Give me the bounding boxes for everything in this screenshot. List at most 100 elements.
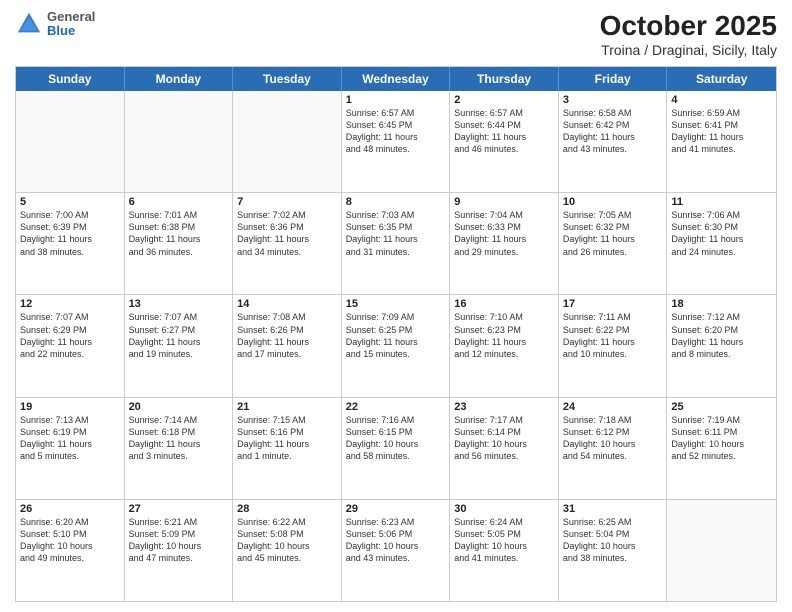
day-number: 25: [671, 401, 772, 413]
title-block: October 2025 Troina / Draginai, Sicily, …: [600, 10, 777, 58]
day-number: 30: [454, 503, 554, 515]
calendar-subtitle: Troina / Draginai, Sicily, Italy: [600, 42, 777, 58]
cell-sun-info: Sunrise: 7:04 AM Sunset: 6:33 PM Dayligh…: [454, 209, 554, 258]
day-number: 13: [129, 298, 229, 310]
table-row: [233, 91, 342, 192]
calendar: SundayMondayTuesdayWednesdayThursdayFrid…: [15, 66, 777, 602]
cell-sun-info: Sunrise: 7:08 AM Sunset: 6:26 PM Dayligh…: [237, 311, 337, 360]
day-number: 4: [671, 94, 772, 106]
cell-sun-info: Sunrise: 7:19 AM Sunset: 6:11 PM Dayligh…: [671, 414, 772, 463]
logo-blue-text: Blue: [47, 24, 95, 38]
cell-sun-info: Sunrise: 7:10 AM Sunset: 6:23 PM Dayligh…: [454, 311, 554, 360]
day-number: 26: [20, 503, 120, 515]
day-number: 29: [346, 503, 446, 515]
logo-text: General Blue: [47, 10, 95, 39]
cell-sun-info: Sunrise: 6:20 AM Sunset: 5:10 PM Dayligh…: [20, 516, 120, 565]
table-row: 15Sunrise: 7:09 AM Sunset: 6:25 PM Dayli…: [342, 295, 451, 396]
calendar-week-1: 1Sunrise: 6:57 AM Sunset: 6:45 PM Daylig…: [16, 91, 776, 193]
table-row: 8Sunrise: 7:03 AM Sunset: 6:35 PM Daylig…: [342, 193, 451, 294]
cell-sun-info: Sunrise: 6:24 AM Sunset: 5:05 PM Dayligh…: [454, 516, 554, 565]
day-number: 31: [563, 503, 663, 515]
cell-sun-info: Sunrise: 6:57 AM Sunset: 6:44 PM Dayligh…: [454, 107, 554, 156]
day-number: 17: [563, 298, 663, 310]
header-day-sunday: Sunday: [16, 67, 125, 91]
header: General Blue October 2025 Troina / Dragi…: [15, 10, 777, 58]
day-number: 3: [563, 94, 663, 106]
cell-sun-info: Sunrise: 7:14 AM Sunset: 6:18 PM Dayligh…: [129, 414, 229, 463]
day-number: 2: [454, 94, 554, 106]
cell-sun-info: Sunrise: 7:01 AM Sunset: 6:38 PM Dayligh…: [129, 209, 229, 258]
cell-sun-info: Sunrise: 7:16 AM Sunset: 6:15 PM Dayligh…: [346, 414, 446, 463]
table-row: 11Sunrise: 7:06 AM Sunset: 6:30 PM Dayli…: [667, 193, 776, 294]
table-row: 18Sunrise: 7:12 AM Sunset: 6:20 PM Dayli…: [667, 295, 776, 396]
table-row: 7Sunrise: 7:02 AM Sunset: 6:36 PM Daylig…: [233, 193, 342, 294]
table-row: 14Sunrise: 7:08 AM Sunset: 6:26 PM Dayli…: [233, 295, 342, 396]
day-number: 11: [671, 196, 772, 208]
cell-sun-info: Sunrise: 7:18 AM Sunset: 6:12 PM Dayligh…: [563, 414, 663, 463]
table-row: [16, 91, 125, 192]
table-row: 31Sunrise: 6:25 AM Sunset: 5:04 PM Dayli…: [559, 500, 668, 601]
table-row: 12Sunrise: 7:07 AM Sunset: 6:29 PM Dayli…: [16, 295, 125, 396]
day-number: 19: [20, 401, 120, 413]
cell-sun-info: Sunrise: 7:15 AM Sunset: 6:16 PM Dayligh…: [237, 414, 337, 463]
table-row: 19Sunrise: 7:13 AM Sunset: 6:19 PM Dayli…: [16, 398, 125, 499]
cell-sun-info: Sunrise: 6:25 AM Sunset: 5:04 PM Dayligh…: [563, 516, 663, 565]
day-number: 6: [129, 196, 229, 208]
day-number: 21: [237, 401, 337, 413]
day-number: 18: [671, 298, 772, 310]
table-row: 20Sunrise: 7:14 AM Sunset: 6:18 PM Dayli…: [125, 398, 234, 499]
cell-sun-info: Sunrise: 7:13 AM Sunset: 6:19 PM Dayligh…: [20, 414, 120, 463]
logo-general-text: General: [47, 10, 95, 24]
cell-sun-info: Sunrise: 7:17 AM Sunset: 6:14 PM Dayligh…: [454, 414, 554, 463]
day-number: 10: [563, 196, 663, 208]
cell-sun-info: Sunrise: 7:06 AM Sunset: 6:30 PM Dayligh…: [671, 209, 772, 258]
cell-sun-info: Sunrise: 6:23 AM Sunset: 5:06 PM Dayligh…: [346, 516, 446, 565]
cell-sun-info: Sunrise: 6:21 AM Sunset: 5:09 PM Dayligh…: [129, 516, 229, 565]
calendar-title: October 2025: [600, 10, 777, 42]
header-day-friday: Friday: [559, 67, 668, 91]
day-number: 16: [454, 298, 554, 310]
cell-sun-info: Sunrise: 7:00 AM Sunset: 6:39 PM Dayligh…: [20, 209, 120, 258]
table-row: 9Sunrise: 7:04 AM Sunset: 6:33 PM Daylig…: [450, 193, 559, 294]
table-row: 4Sunrise: 6:59 AM Sunset: 6:41 PM Daylig…: [667, 91, 776, 192]
cell-sun-info: Sunrise: 7:05 AM Sunset: 6:32 PM Dayligh…: [563, 209, 663, 258]
table-row: 2Sunrise: 6:57 AM Sunset: 6:44 PM Daylig…: [450, 91, 559, 192]
cell-sun-info: Sunrise: 7:11 AM Sunset: 6:22 PM Dayligh…: [563, 311, 663, 360]
cell-sun-info: Sunrise: 6:22 AM Sunset: 5:08 PM Dayligh…: [237, 516, 337, 565]
header-day-thursday: Thursday: [450, 67, 559, 91]
day-number: 27: [129, 503, 229, 515]
calendar-week-3: 12Sunrise: 7:07 AM Sunset: 6:29 PM Dayli…: [16, 295, 776, 397]
cell-sun-info: Sunrise: 6:58 AM Sunset: 6:42 PM Dayligh…: [563, 107, 663, 156]
table-row: 27Sunrise: 6:21 AM Sunset: 5:09 PM Dayli…: [125, 500, 234, 601]
calendar-body: 1Sunrise: 6:57 AM Sunset: 6:45 PM Daylig…: [16, 91, 776, 601]
table-row: [125, 91, 234, 192]
day-number: 15: [346, 298, 446, 310]
day-number: 20: [129, 401, 229, 413]
day-number: 23: [454, 401, 554, 413]
calendar-week-2: 5Sunrise: 7:00 AM Sunset: 6:39 PM Daylig…: [16, 193, 776, 295]
table-row: 23Sunrise: 7:17 AM Sunset: 6:14 PM Dayli…: [450, 398, 559, 499]
calendar-week-4: 19Sunrise: 7:13 AM Sunset: 6:19 PM Dayli…: [16, 398, 776, 500]
table-row: 17Sunrise: 7:11 AM Sunset: 6:22 PM Dayli…: [559, 295, 668, 396]
table-row: 6Sunrise: 7:01 AM Sunset: 6:38 PM Daylig…: [125, 193, 234, 294]
cell-sun-info: Sunrise: 7:12 AM Sunset: 6:20 PM Dayligh…: [671, 311, 772, 360]
cell-sun-info: Sunrise: 7:03 AM Sunset: 6:35 PM Dayligh…: [346, 209, 446, 258]
day-number: 1: [346, 94, 446, 106]
table-row: 13Sunrise: 7:07 AM Sunset: 6:27 PM Dayli…: [125, 295, 234, 396]
calendar-header-row: SundayMondayTuesdayWednesdayThursdayFrid…: [16, 67, 776, 91]
day-number: 7: [237, 196, 337, 208]
table-row: 26Sunrise: 6:20 AM Sunset: 5:10 PM Dayli…: [16, 500, 125, 601]
logo-icon: [15, 10, 43, 38]
day-number: 28: [237, 503, 337, 515]
day-number: 12: [20, 298, 120, 310]
table-row: 22Sunrise: 7:16 AM Sunset: 6:15 PM Dayli…: [342, 398, 451, 499]
header-day-wednesday: Wednesday: [342, 67, 451, 91]
table-row: 3Sunrise: 6:58 AM Sunset: 6:42 PM Daylig…: [559, 91, 668, 192]
table-row: 29Sunrise: 6:23 AM Sunset: 5:06 PM Dayli…: [342, 500, 451, 601]
cell-sun-info: Sunrise: 7:09 AM Sunset: 6:25 PM Dayligh…: [346, 311, 446, 360]
table-row: [667, 500, 776, 601]
cell-sun-info: Sunrise: 7:07 AM Sunset: 6:27 PM Dayligh…: [129, 311, 229, 360]
logo: General Blue: [15, 10, 95, 39]
header-day-saturday: Saturday: [667, 67, 776, 91]
table-row: 5Sunrise: 7:00 AM Sunset: 6:39 PM Daylig…: [16, 193, 125, 294]
